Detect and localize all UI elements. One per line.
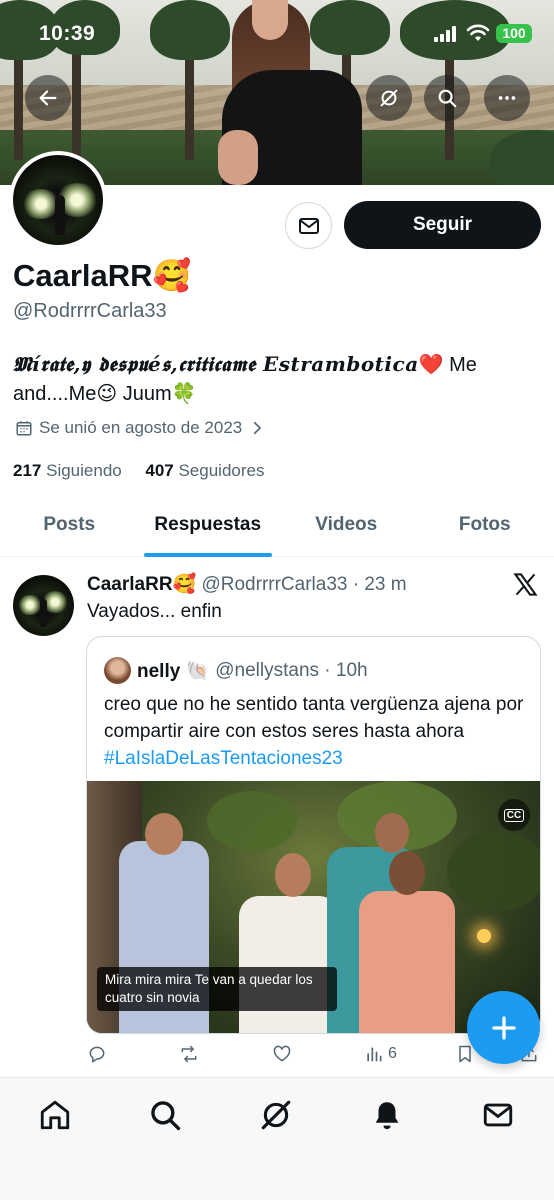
follow-button[interactable]: Seguir <box>344 201 541 249</box>
video-caption: Mira mira mira Te van a quedar los cuatr… <box>97 967 337 1011</box>
quoted-tweet[interactable]: nelly 🐚 @nellystans · 10h creo que no he… <box>86 636 541 1034</box>
follow-stats: 217 Siguiendo 407 Seguidores <box>13 461 264 481</box>
joined-date: Se unió en agosto de 2023 <box>15 418 266 438</box>
tweet-header: CaarlaRR🥰 @RodrrrrCarla33 · 23 m <box>87 572 407 596</box>
compose-button[interactable] <box>467 991 540 1064</box>
quote-text: creo que no he sentido tanta vergüenza a… <box>104 694 524 769</box>
quote-author: nelly 🐚 <box>137 660 210 682</box>
search-icon <box>151 1101 181 1131</box>
video-person-head <box>389 851 425 895</box>
status-bar: 10:39 100 <box>0 20 554 48</box>
calendar-icon <box>16 421 32 436</box>
tweet-meta: @RodrrrrCarla33 · 23 m <box>201 574 407 595</box>
profile-handle: @RodrrrrCarla33 <box>13 300 167 322</box>
status-time: 10:39 <box>39 22 96 45</box>
nav-notifications[interactable] <box>367 1095 407 1135</box>
reply-button[interactable] <box>87 1044 107 1064</box>
quote-avatar <box>104 657 131 684</box>
views-count: 6 <box>388 1045 397 1062</box>
video-person-head <box>275 853 311 897</box>
tab-respuestas[interactable]: Respuestas <box>139 505 278 557</box>
profile-tabs: Posts Respuestas Videos Fotos <box>0 505 554 557</box>
hashtag-link[interactable]: #LaIslaDeLasTentaciones23 <box>104 748 343 769</box>
nav-home[interactable] <box>35 1095 75 1135</box>
video-person-head <box>375 813 409 853</box>
followers-link[interactable]: 407 Seguidores <box>145 461 264 480</box>
torch-light <box>477 929 491 943</box>
retweet-icon <box>181 1045 197 1063</box>
video-person-head <box>145 813 183 855</box>
tree-trunk <box>72 40 81 160</box>
more-icon <box>498 96 516 100</box>
mail-icon <box>483 1103 513 1127</box>
compose-plus-icon <box>491 1015 516 1040</box>
grok-icon <box>380 89 398 107</box>
like-icon <box>273 1045 291 1062</box>
chevron-right-icon[interactable] <box>248 419 266 437</box>
battery-icon: 100 <box>496 24 532 43</box>
quote-video[interactable]: CC Mira mira mira Te van a quedar los cu… <box>87 781 540 1033</box>
views-button[interactable]: 6 <box>364 1044 397 1064</box>
following-link[interactable]: 217 Siguiendo <box>13 461 122 480</box>
grok-button[interactable] <box>366 75 412 121</box>
views-icon <box>367 1047 382 1062</box>
foliage <box>447 831 540 911</box>
like-button[interactable] <box>272 1044 292 1064</box>
notifications-icon <box>375 1102 399 1130</box>
bottom-navigation <box>0 1077 554 1200</box>
nav-grok[interactable] <box>256 1095 296 1135</box>
back-button[interactable] <box>25 75 71 121</box>
profile-bio: 𝕸í𝖗𝖆𝖙𝖊,𝖞 𝖉𝖊𝖘𝖕𝖚é𝖘,𝖈𝖗𝖎𝖙𝖎𝖈𝖆𝖒𝖊 𝑬𝒔𝒕𝒓𝒂𝒎𝒃𝒐𝒕𝒊𝒄𝒂❤… <box>13 350 533 409</box>
more-button[interactable] <box>484 75 530 121</box>
grok-icon <box>261 1100 291 1130</box>
quote-header: nelly 🐚 @nellystans · 10h <box>104 657 368 684</box>
avatar-figure <box>55 195 65 235</box>
tab-videos[interactable]: Videos <box>277 505 416 556</box>
foliage <box>207 791 297 851</box>
search-button[interactable] <box>424 75 470 121</box>
retweet-button[interactable] <box>179 1044 199 1064</box>
nav-search[interactable] <box>145 1095 185 1135</box>
signal-icon <box>434 26 456 42</box>
profile-avatar[interactable] <box>9 151 107 249</box>
tab-fotos[interactable]: Fotos <box>416 505 554 556</box>
video-person <box>359 891 455 1033</box>
x-logo-icon <box>513 573 538 596</box>
search-icon <box>438 89 457 108</box>
active-tab-indicator <box>143 553 272 557</box>
message-button[interactable] <box>285 202 332 249</box>
home-icon <box>40 1100 70 1130</box>
tab-posts[interactable]: Posts <box>0 505 139 556</box>
joined-text: Se unió en agosto de 2023 <box>39 418 243 437</box>
tweet-author[interactable]: CaarlaRR🥰 <box>87 574 196 595</box>
video-person <box>239 896 339 1033</box>
avatar-figure <box>40 599 47 627</box>
profile-name: CaarlaRR🥰 <box>13 258 192 293</box>
tweet-avatar[interactable] <box>13 575 74 636</box>
nav-messages[interactable] <box>478 1095 518 1135</box>
reply-icon <box>89 1046 105 1063</box>
quote-meta: @nellystans · 10h <box>215 659 368 681</box>
tweet-text: Vayados... enfin <box>87 601 222 622</box>
back-arrow-icon <box>39 90 57 106</box>
mail-icon <box>298 217 319 234</box>
wifi-icon <box>466 24 490 41</box>
closed-captions-button[interactable]: CC <box>498 799 530 831</box>
bio-fancy-text: 𝕸í𝖗𝖆𝖙𝖊,𝖞 𝖉𝖊𝖘𝖕𝖚é𝖘,𝖈𝖗𝖎𝖙𝖎𝖈𝖆𝖒𝖊 𝑬𝒔𝒕𝒓𝒂𝒎𝒃𝒐𝒕𝒊𝒄𝒂 <box>13 352 419 376</box>
banner-person-arm <box>218 130 258 185</box>
